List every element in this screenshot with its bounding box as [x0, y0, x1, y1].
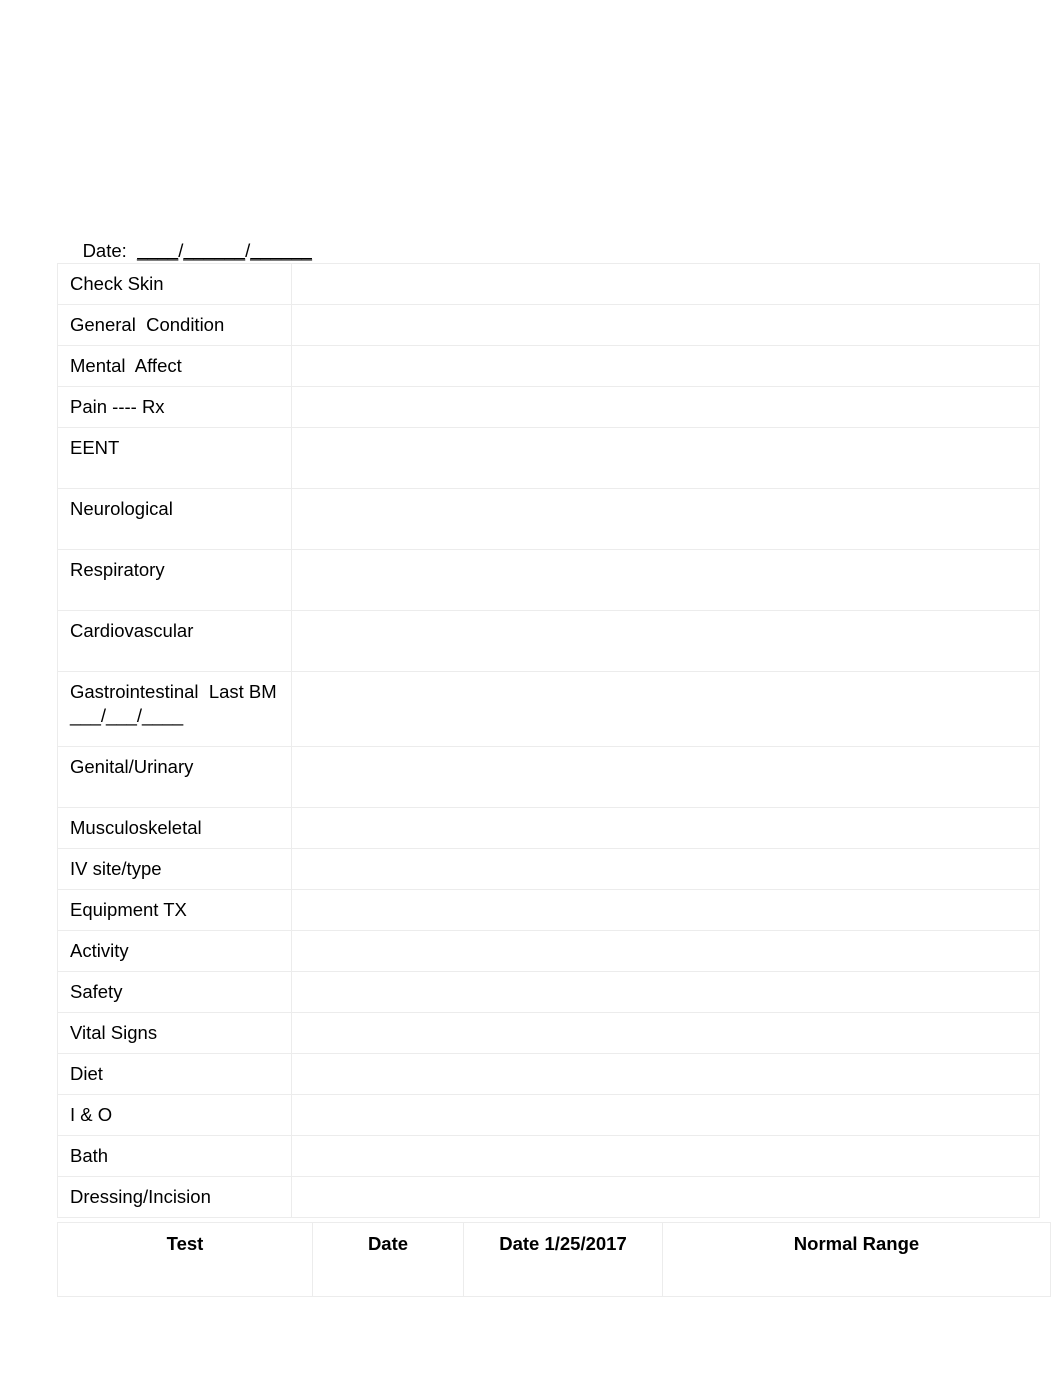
- assessment-row-label: Dressing/Incision: [57, 1176, 292, 1218]
- assessment-row: I & O: [57, 1094, 1040, 1136]
- lab-header-date: Date: [312, 1222, 464, 1297]
- assessment-row-entry[interactable]: [291, 1053, 1040, 1095]
- assessment-row-label: IV site/type: [57, 848, 292, 890]
- assessment-row: Dressing/Incision: [57, 1176, 1040, 1218]
- lab-header-normal-range: Normal Range: [662, 1222, 1051, 1297]
- date-label: Date:: [82, 240, 127, 261]
- assessment-row-entry[interactable]: [291, 746, 1040, 808]
- assessment-row-entry[interactable]: [291, 1176, 1040, 1218]
- assessment-row: Diet: [57, 1053, 1040, 1095]
- assessment-row-entry[interactable]: [291, 263, 1040, 305]
- assessment-row-label: Genital/Urinary: [57, 746, 292, 808]
- assessment-row-entry[interactable]: [291, 610, 1040, 672]
- assessment-row: Check Skin: [57, 263, 1040, 305]
- assessment-row-entry[interactable]: [291, 427, 1040, 489]
- assessment-row-label: Pain ---- Rx: [57, 386, 292, 428]
- assessment-row: Equipment TX: [57, 889, 1040, 931]
- lab-results-table: Test Date Date 1/25/2017 Normal Range: [57, 1222, 1051, 1297]
- lab-header-date-2: Date 1/25/2017: [463, 1222, 663, 1297]
- assessment-row-entry[interactable]: [291, 807, 1040, 849]
- assessment-row-entry[interactable]: [291, 889, 1040, 931]
- assessment-row: Mental Affect: [57, 345, 1040, 387]
- assessment-row-label: Neurological: [57, 488, 292, 550]
- assessment-row-entry[interactable]: [291, 304, 1040, 346]
- assessment-row-label: Diet: [57, 1053, 292, 1095]
- assessment-row-entry[interactable]: [291, 848, 1040, 890]
- assessment-row-entry[interactable]: [291, 549, 1040, 611]
- assessment-row: Gastrointestinal Last BM ___/___/____: [57, 671, 1040, 747]
- assessment-row: IV site/type: [57, 848, 1040, 890]
- assessment-row-entry[interactable]: [291, 930, 1040, 972]
- assessment-row: Respiratory: [57, 549, 1040, 611]
- assessment-row-entry[interactable]: [291, 671, 1040, 747]
- assessment-row: Cardiovascular: [57, 610, 1040, 672]
- date-day-blank[interactable]: ______: [183, 240, 245, 261]
- assessment-row-label: I & O: [57, 1094, 292, 1136]
- assessment-row-label: EENT: [57, 427, 292, 489]
- assessment-row: Genital/Urinary: [57, 746, 1040, 808]
- assessment-row-label: Activity: [57, 930, 292, 972]
- assessment-row-entry[interactable]: [291, 386, 1040, 428]
- assessment-row: General Condition: [57, 304, 1040, 346]
- assessment-row-entry[interactable]: [291, 345, 1040, 387]
- assessment-row-label: Equipment TX: [57, 889, 292, 931]
- assessment-row: Bath: [57, 1135, 1040, 1177]
- assessment-row-label: Bath: [57, 1135, 292, 1177]
- assessment-row-label: Check Skin: [57, 263, 292, 305]
- date-month-blank[interactable]: ____: [137, 240, 178, 261]
- lab-header-test: Test: [57, 1222, 313, 1297]
- assessment-row-entry[interactable]: [291, 971, 1040, 1013]
- assessment-row-label: Mental Affect: [57, 345, 292, 387]
- assessment-row: EENT: [57, 427, 1040, 489]
- assessment-row-label: Cardiovascular: [57, 610, 292, 672]
- assessment-row-label: Vital Signs: [57, 1012, 292, 1054]
- assessment-row-label: General Condition: [57, 304, 292, 346]
- assessment-row: Neurological: [57, 488, 1040, 550]
- assessment-row: Vital Signs: [57, 1012, 1040, 1054]
- assessment-row-entry[interactable]: [291, 1012, 1040, 1054]
- assessment-row: Activity: [57, 930, 1040, 972]
- date-year-blank[interactable]: ______: [250, 240, 312, 261]
- assessment-row-entry[interactable]: [291, 1135, 1040, 1177]
- assessment-row-label: Musculoskeletal: [57, 807, 292, 849]
- assessment-row-entry[interactable]: [291, 1094, 1040, 1136]
- assessment-row: Pain ---- Rx: [57, 386, 1040, 428]
- assessment-table: Check Skin General Condition Mental Affect…: [57, 263, 1040, 1218]
- assessment-row: Musculoskeletal: [57, 807, 1040, 849]
- assessment-row-label: Gastrointestinal Last BM ___/___/____: [57, 671, 292, 747]
- assessment-table-body: Check Skin General Condition Mental Affect…: [57, 263, 1040, 1218]
- form-page: Date: ____/______/______ Check Skin Gener…: [0, 0, 1062, 1376]
- assessment-row-label: Safety: [57, 971, 292, 1013]
- assessment-row-entry[interactable]: [291, 488, 1040, 550]
- lab-header-row: Test Date Date 1/25/2017 Normal Range: [57, 1222, 1051, 1297]
- assessment-row-label: Respiratory: [57, 549, 292, 611]
- assessment-row: Safety: [57, 971, 1040, 1013]
